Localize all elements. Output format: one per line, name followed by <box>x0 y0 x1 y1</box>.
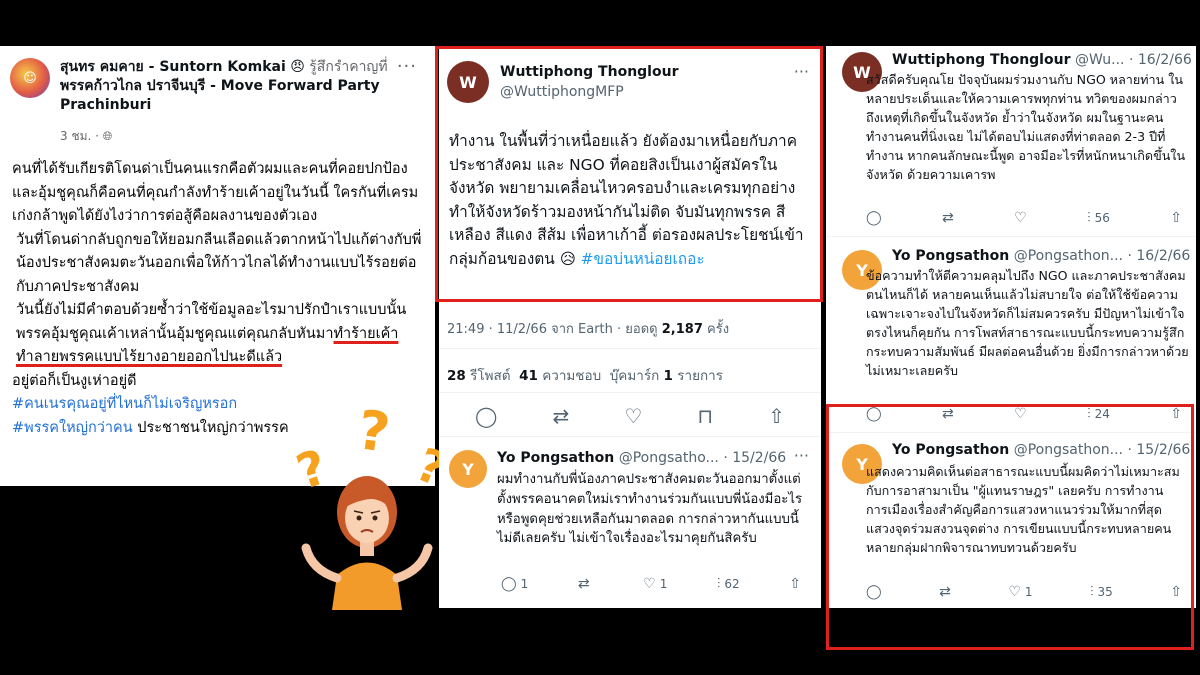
retweet-icon: ⇄ <box>577 576 590 592</box>
reply-author-handle[interactable]: @Pongsatho... <box>619 450 719 466</box>
feeling-text: รู้สึกรำคาญที่ <box>309 59 388 75</box>
divider <box>439 348 821 349</box>
share-icon[interactable]: ⇧ <box>1170 210 1182 226</box>
tweet-header: Wuttiphong Thonglour @Wu... · 16/2/66 <box>892 52 1192 68</box>
timestamp-text[interactable]: 21:49 · 11/2/66 จาก Earth · ยอดดู <box>447 322 658 337</box>
confused-girl-illustration: ? ? ? <box>290 398 454 610</box>
reply-icon[interactable]: ◯ <box>475 404 497 428</box>
reply-icon[interactable]: ◯ <box>866 210 882 226</box>
author-avatar[interactable]: ☺ <box>10 58 50 98</box>
globe-icon: 🌐︎ <box>102 129 113 143</box>
like-icon[interactable]: ♡ <box>1014 210 1027 226</box>
post-header: สุนทร คมคาย - Suntorn Komkai 😠 รู้สึกรำค… <box>60 58 390 115</box>
like-count[interactable]: 41 <box>519 368 538 384</box>
engagement-stats: 28 รีโพสต์ 41 ความชอบ บุ๊คมาร์ก 1 รายการ <box>447 364 723 386</box>
girl-figure <box>301 476 433 610</box>
hashtag-link[interactable]: #พรรคใหญ่กว่าคน <box>12 420 133 436</box>
post-meta: 3 ชม. · 🌐︎ <box>60 129 113 143</box>
views-icon: ⫶ <box>1087 210 1091 226</box>
feeling-emoji: 😠 <box>290 59 305 75</box>
retweet-label[interactable]: รีโพสต์ <box>470 368 510 384</box>
retweet-icon[interactable]: ⇄ <box>553 404 570 428</box>
tweet-text: สวัสดีครับคุณโย ปัจจุบันผมร่วมงานกับ NGO… <box>866 72 1186 182</box>
reply-author-name[interactable]: Yo Pongsathon <box>497 450 614 466</box>
tweet-text: ข้อความทำให้ตีความคลุมไปถึง NGO และภาคปร… <box>866 268 1189 378</box>
retweet-icon[interactable]: ⇄ <box>942 210 954 226</box>
post-paragraph: วันที่โดนด่ากลับถูกขอให้ยอมกลืนเลือดแล้ว… <box>16 231 422 295</box>
view-count: 2,187 <box>661 322 703 337</box>
post-text: ประชาชนใหญ่กว่าพรรค <box>132 419 289 436</box>
view-unit: ครั้ง <box>707 322 730 337</box>
tweet-action-bar: ◯ ⇄ ♡ ⫶ 56 ⇧ <box>866 210 1182 226</box>
divider <box>439 436 821 437</box>
like-icon[interactable]: ♡ <box>624 404 642 428</box>
author-name[interactable]: สุนทร คมคาย - Suntorn Komkai <box>60 59 286 75</box>
retweet-button[interactable]: ⇄ <box>578 576 594 592</box>
reply-text: ผมทำงานกับพี่น้องภาคประชาสังคมตะวันออกมา… <box>497 472 803 547</box>
tweet-author-name[interactable]: Wuttiphong Thonglour <box>892 52 1070 68</box>
views-button[interactable]: ⫶ 56 <box>1087 210 1110 226</box>
view-count: 56 <box>1094 211 1110 225</box>
bookmark-label: บุ๊คมาร์ก <box>609 368 660 384</box>
like-icon: ♡ <box>643 576 656 592</box>
retweet-count[interactable]: 28 <box>447 368 466 384</box>
reply-icon: ◯ <box>501 576 517 592</box>
tweet-author-handle[interactable]: @Pongsathon... <box>1014 248 1123 264</box>
reply-header: Yo Pongsathon @Pongsatho... · 15/2/66 <box>497 450 786 466</box>
bookmark-icon[interactable]: ⊓ <box>697 404 713 428</box>
tagged-page[interactable]: พรรคก้าวไกล ปราจีนบุรี - Move Forward Pa… <box>60 78 380 113</box>
tweet-header: Yo Pongsathon @Pongsathon... · 16/2/66 <box>892 248 1192 264</box>
post-paragraph: คนที่ได้รับเกียรติโดนด่าเป็นคนแรกคือตัวผ… <box>12 161 419 224</box>
tweet-author-handle[interactable]: @Wu... <box>1075 52 1125 68</box>
views-icon: ⫶ <box>716 576 721 592</box>
bookmark-unit: รายการ <box>677 368 723 384</box>
tweet-author-name[interactable]: Yo Pongsathon <box>892 248 1009 264</box>
like-count: 1 <box>659 577 668 591</box>
view-count: 62 <box>724 577 740 591</box>
divider <box>826 236 1196 237</box>
tweet-date[interactable]: · 16/2/66 <box>1129 52 1192 68</box>
like-label[interactable]: ความชอบ <box>542 368 601 384</box>
share-icon[interactable]: ⇧ <box>768 404 785 428</box>
like-button[interactable]: ♡ 1 <box>643 576 667 592</box>
highlight-box <box>435 46 823 302</box>
post-paragraph: อยู่ต่อก็เป็นงูเห่าอยู่ดี <box>12 372 137 389</box>
more-options-icon[interactable]: ··· <box>397 56 417 77</box>
post-time[interactable]: 3 ชม. <box>60 129 91 143</box>
reply-button[interactable]: ◯ 1 <box>501 576 528 592</box>
highlight-box <box>826 404 1194 650</box>
tweet-timestamp: 21:49 · 11/2/66 จาก Earth · ยอดดู 2,187 … <box>447 318 729 339</box>
views-button[interactable]: ⫶ 62 <box>717 576 740 592</box>
bookmark-count: 1 <box>663 368 673 384</box>
post-paragraph: วันนี้ยังไม่มีคำตอบด้วยซ้ำว่าใช้ข้อมูลอะ… <box>12 299 428 370</box>
reply-action-bar: ◯ 1 ⇄ ♡ 1 ⫶ 62 ⇧ <box>501 576 801 592</box>
tweet-action-bar: ◯ ⇄ ♡ ⊓ ⇧ <box>475 404 785 428</box>
reply-avatar[interactable]: Y <box>449 450 487 488</box>
divider <box>439 392 821 393</box>
reply-date[interactable]: · 15/2/66 <box>723 450 786 466</box>
hashtag-link[interactable]: #คนเนรคุณอยู่ที่ไหนก็ไม่เจริญหรอก <box>12 396 237 412</box>
tweet-date[interactable]: · 16/2/66 <box>1127 248 1190 264</box>
share-icon[interactable]: ⇧ <box>789 576 801 592</box>
more-options-icon[interactable]: ··· <box>794 446 809 465</box>
reply-count: 1 <box>520 577 529 591</box>
